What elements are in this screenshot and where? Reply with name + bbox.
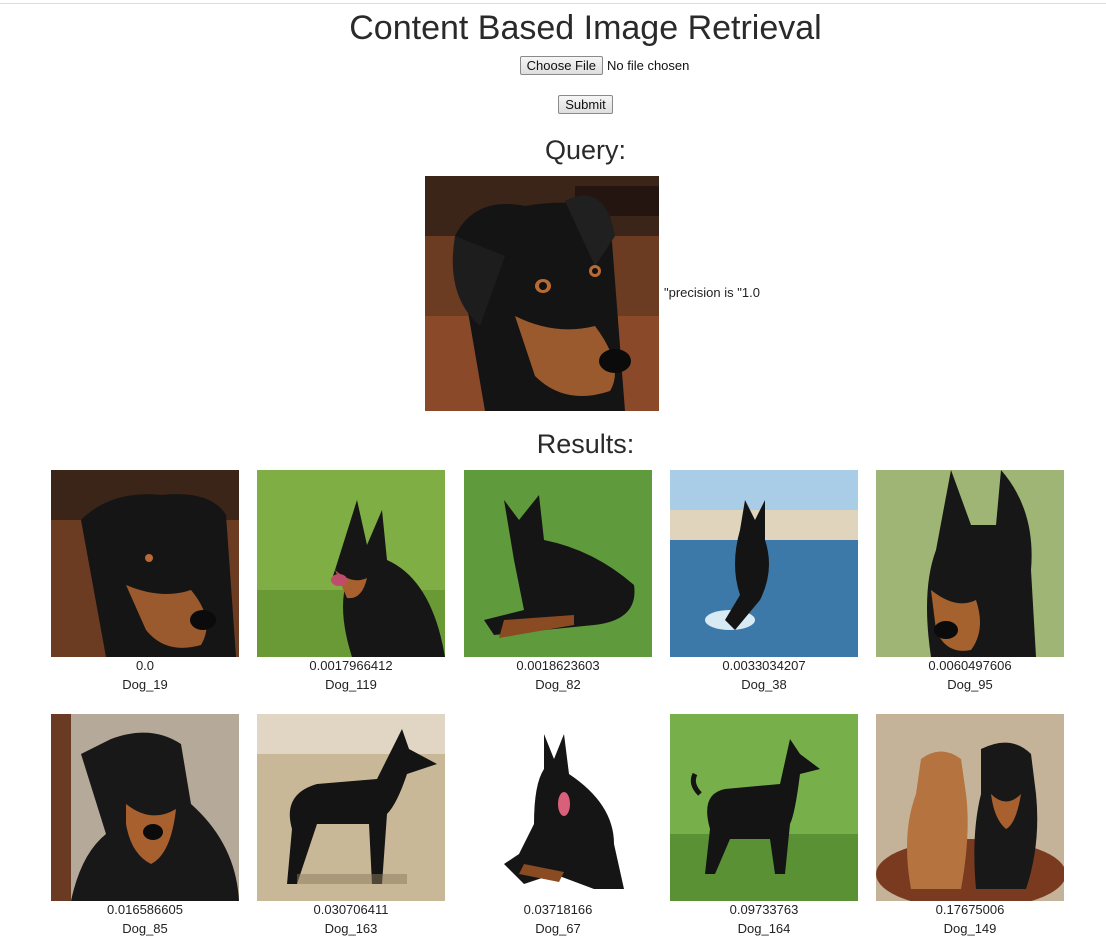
result-score: 0.17675006 [935,902,1005,917]
result-score: 0.0060497606 [928,658,1012,673]
result-image [51,470,239,657]
result-image [257,714,445,901]
result-name: Dog_149 [943,921,997,936]
result-name: Dog_19 [122,677,168,692]
result-caption: 0.0033034207 Dog_38 [670,656,858,694]
result-score: 0.0017966412 [309,658,393,673]
result-name: Dog_164 [737,921,791,936]
result-score: 0.030706411 [313,902,389,917]
result-score: 0.03718166 [523,902,593,917]
result-name: Dog_119 [325,677,377,692]
result-name: Dog_38 [741,677,787,692]
result-caption: 0.016586605 Dog_85 [51,900,239,938]
file-input-row: Choose File No file chosen [0,56,1106,75]
result-score: 0.0018623603 [516,658,600,673]
result-name: Dog_67 [535,921,581,936]
query-heading: Query: [544,135,627,165]
result-caption: 0.030706411 Dog_163 [257,900,445,938]
result-caption: 0.0 Dog_19 [51,656,239,694]
result-image [51,714,239,901]
results-heading: Results: [536,429,635,459]
choose-file-button[interactable]: Choose File [519,56,603,75]
result-name: Dog_163 [324,921,378,936]
submit-button[interactable]: Submit [558,95,613,114]
result-caption: 0.09733763 Dog_164 [670,900,858,938]
result-image [670,470,858,657]
result-caption: 0.0060497606 Dog_95 [876,656,1064,694]
result-image [670,714,858,901]
result-image [464,470,652,657]
precision-text: "precision is "1.0 [664,285,760,300]
result-score: 0.0 [135,658,155,673]
result-caption: 0.0018623603 Dog_82 [464,656,652,694]
result-caption: 0.0017966412 Dog_119 [257,656,445,694]
result-image [876,470,1064,657]
top-rule [0,3,1106,4]
result-name: Dog_85 [122,921,168,936]
submit-row: Submit [0,95,1106,114]
result-image [257,470,445,657]
result-score: 0.0033034207 [722,658,806,673]
result-name: Dog_82 [535,677,581,692]
query-image [425,176,659,411]
result-image [876,714,1064,901]
page-title: Content Based Image Retrieval [349,9,822,47]
file-status: No file chosen [606,58,690,73]
result-score: 0.09733763 [729,902,799,917]
result-score: 0.016586605 [107,902,183,917]
result-caption: 0.03718166 Dog_67 [464,900,652,938]
result-caption: 0.17675006 Dog_149 [876,900,1064,938]
result-name: Dog_95 [947,677,993,692]
result-image [464,714,652,901]
